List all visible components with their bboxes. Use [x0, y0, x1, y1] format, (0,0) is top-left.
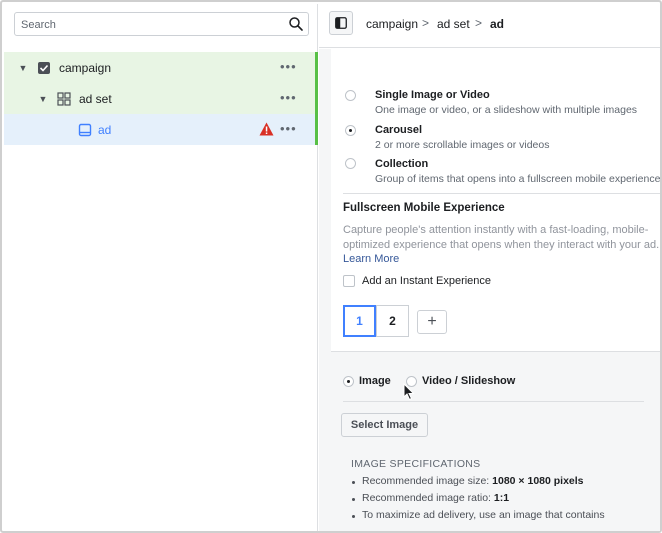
format-radio-carousel[interactable] — [345, 125, 356, 136]
format-radio-collection[interactable] — [345, 158, 356, 169]
card-editor: Image Video / Slideshow Select Image IMA… — [331, 351, 660, 531]
warning-icon[interactable] — [259, 122, 274, 136]
search-box — [14, 12, 309, 36]
tree-label-campaign: campaign — [59, 61, 112, 75]
fullscreen-desc-line2: optimized experience that opens when the… — [343, 239, 660, 251]
tree-label-adset: ad set — [79, 92, 112, 106]
search-input[interactable] — [21, 17, 281, 33]
instant-experience-checkbox[interactable] — [343, 275, 355, 287]
tree-row-campaign[interactable]: ▼ campaign ••• — [4, 52, 318, 83]
more-icon[interactable]: ••• — [280, 122, 296, 135]
breadcrumb-adset[interactable]: ad set — [437, 17, 470, 31]
breadcrumb-campaign[interactable]: campaign — [366, 17, 418, 31]
instant-experience-label: Add an Instant Experience — [362, 275, 492, 287]
spec-image-size: Recommended image size: 1080 × 1080 pixe… — [362, 475, 584, 487]
caret-down-icon[interactable]: ▼ — [18, 63, 28, 73]
card-tab-2[interactable]: 2 — [376, 305, 409, 337]
fullscreen-title: Fullscreen Mobile Experience — [343, 202, 505, 214]
format-desc-carousel: 2 or more scrollable images or videos — [375, 139, 550, 151]
spec-heading: IMAGE SPECIFICATIONS — [351, 458, 481, 470]
editor-panel: campaign > ad set > ad Single Image or V… — [319, 4, 661, 531]
divider — [343, 193, 660, 194]
format-desc-single: One image or video, or a slideshow with … — [375, 104, 638, 116]
more-icon[interactable]: ••• — [280, 91, 296, 104]
breadcrumb-separator: > — [422, 16, 430, 30]
add-card-button[interactable]: + — [417, 310, 447, 334]
tree-row-adset[interactable]: ▼ ad set ••• — [4, 83, 318, 114]
status-bar — [315, 52, 318, 83]
status-bar — [315, 114, 318, 145]
caret-down-icon[interactable]: ▼ — [38, 94, 48, 104]
tree-row-ad[interactable]: ad ••• — [4, 114, 318, 145]
tree-label-ad: ad — [98, 123, 112, 137]
status-bar — [315, 83, 318, 114]
media-label-image: Image — [359, 375, 391, 387]
bullet — [352, 481, 355, 484]
select-image-button[interactable]: Select Image — [341, 413, 428, 437]
search-icon[interactable] — [288, 16, 304, 32]
divider — [343, 401, 644, 402]
breadcrumb-ad: ad — [490, 17, 505, 31]
breadcrumb: campaign > ad set > ad — [319, 4, 660, 48]
app-window: ▼ campaign ••• ▼ ad set ••• — [0, 0, 662, 533]
editor-content: Single Image or Video One image or video… — [319, 49, 661, 531]
adset-grid-icon — [57, 92, 71, 106]
format-title-carousel: Carousel — [375, 124, 423, 136]
bullet — [352, 515, 355, 518]
card-tab-1[interactable]: 1 — [343, 305, 376, 337]
spec-delivery-tip: To maximize ad delivery, use an image th… — [362, 509, 605, 521]
format-title-single: Single Image or Video — [375, 89, 490, 101]
tree-panel: ▼ campaign ••• ▼ ad set ••• — [4, 4, 318, 531]
media-label-video: Video / Slideshow — [422, 375, 516, 387]
learn-more-link[interactable]: Learn More — [343, 253, 399, 265]
format-desc-collection: Group of items that opens into a fullscr… — [375, 173, 661, 185]
campaign-checkbox-icon — [38, 62, 50, 74]
fullscreen-desc-line1: Capture people's attention instantly wit… — [343, 224, 649, 236]
breadcrumb-separator: > — [475, 16, 483, 30]
format-title-collection: Collection — [375, 158, 429, 170]
panel-toggle-icon — [335, 17, 347, 29]
bullet — [352, 498, 355, 501]
panel-toggle-button[interactable] — [329, 11, 353, 35]
cursor-icon — [403, 383, 415, 401]
format-radio-single[interactable] — [345, 90, 356, 101]
media-radio-image[interactable] — [343, 376, 354, 387]
more-icon[interactable]: ••• — [280, 60, 296, 73]
spec-image-ratio: Recommended image ratio: 1:1 — [362, 492, 510, 504]
ad-preview-icon — [78, 123, 92, 137]
